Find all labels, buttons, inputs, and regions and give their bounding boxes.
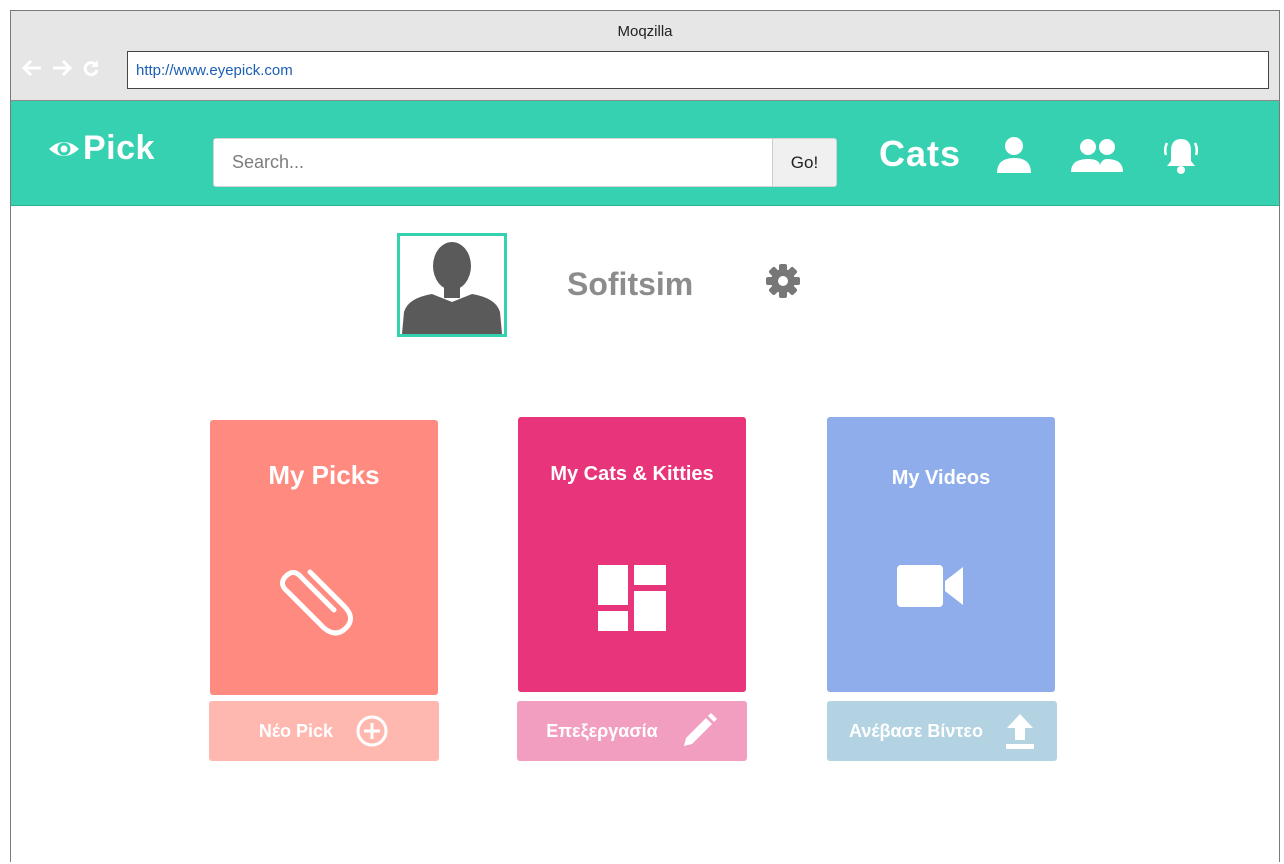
eye-icon [49, 141, 79, 156]
upload-icon [1005, 714, 1034, 749]
action-label: Επεξεργασία [546, 720, 658, 741]
user-icon[interactable] [995, 135, 1033, 175]
avatar[interactable] [397, 233, 507, 337]
action-label: Ανέβασε Βίντεο [849, 720, 983, 741]
logo-text: Pick [83, 129, 155, 167]
app-header: Pick Go! Cats [11, 101, 1279, 206]
card-title: My Picks [268, 460, 380, 490]
plus-circle-icon [356, 715, 388, 747]
video-camera-icon [897, 565, 963, 607]
group-icon[interactable] [1069, 135, 1125, 175]
card-my-cats-kitties[interactable]: My Cats & Kitties [518, 417, 746, 692]
nav-buttons [21, 59, 101, 77]
card-title: My Videos [891, 467, 991, 489]
back-arrow-icon[interactable] [21, 59, 43, 77]
section-label[interactable]: Cats [879, 133, 961, 175]
browser-window: Moqzilla http://www.eyepick.com Pick Go!… [10, 10, 1280, 862]
forward-arrow-icon[interactable] [51, 59, 73, 77]
new-pick-button[interactable]: Νέο Pick [209, 701, 439, 761]
search-input[interactable] [214, 139, 772, 186]
paperclip-icon [280, 569, 353, 636]
card-my-picks[interactable]: My Picks [210, 420, 438, 695]
search-bar: Go! [213, 138, 837, 187]
pencil-icon [683, 713, 717, 746]
bell-icon[interactable] [1163, 135, 1199, 175]
window-title: Moqzilla [617, 23, 673, 40]
logo[interactable]: Pick [47, 129, 155, 168]
username: Sofitsim [567, 266, 694, 302]
url-bar[interactable]: http://www.eyepick.com [127, 51, 1269, 89]
person-silhouette-icon [402, 242, 502, 334]
browser-chrome: Moqzilla http://www.eyepick.com [11, 11, 1279, 101]
upload-video-button[interactable]: Ανέβασε Βίντεο [827, 701, 1057, 761]
reload-icon[interactable] [81, 59, 101, 77]
card-my-videos[interactable]: My Videos [827, 417, 1055, 692]
gear-icon[interactable] [763, 261, 803, 301]
edit-button[interactable]: Επεξεργασία [517, 701, 747, 761]
action-label: Νέο Pick [258, 720, 334, 741]
go-button[interactable]: Go! [772, 139, 836, 186]
card-title: My Cats & Kitties [550, 463, 714, 485]
dashboard-grid-icon [598, 565, 666, 631]
